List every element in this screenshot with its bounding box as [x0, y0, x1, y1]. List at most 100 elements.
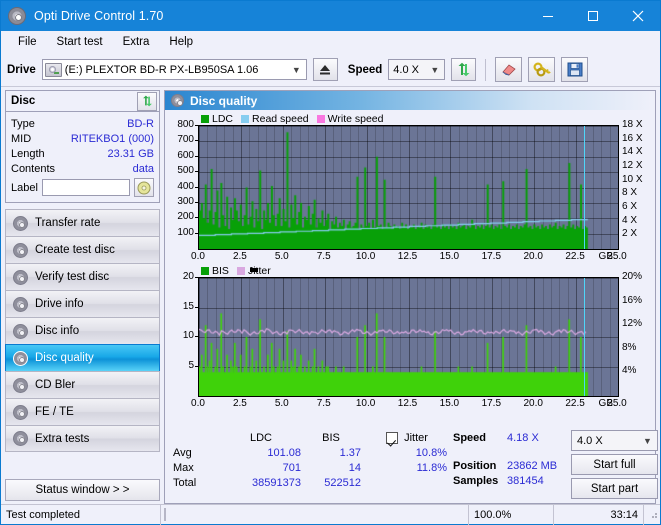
sidebar-item-verify-test-disc[interactable]: Verify test disc — [5, 263, 160, 290]
disc-info-title: Disc — [11, 95, 36, 107]
ldc-chart-legend: LDC Read speed Write speed — [165, 112, 655, 125]
menu-extra[interactable]: Extra — [114, 34, 159, 50]
resize-grip-icon[interactable] — [644, 509, 660, 521]
sidebar-item-label: Extra tests — [35, 432, 90, 445]
y-axis-tick-left: 15 — [182, 300, 194, 312]
window-title: Opti Drive Control 1.70 — [34, 9, 164, 23]
x-axis-tick: 10.0 — [355, 398, 376, 409]
x-axis-tick: 2.5 — [232, 251, 247, 262]
legend-swatch-bis — [201, 266, 209, 275]
disc-row-length: Length 23.31 GB — [11, 146, 154, 161]
run-samples-label: Samples — [453, 474, 499, 487]
disc-row-contents-value: data — [132, 162, 154, 175]
disc-label-input[interactable] — [41, 179, 130, 196]
x-axis-tick: 15.0 — [439, 398, 460, 409]
sidebar-item-label: Create test disc — [35, 244, 115, 256]
keys-button[interactable] — [528, 57, 556, 82]
menu-file[interactable]: File — [9, 34, 46, 50]
x-axis-tick: 7.5 — [316, 398, 331, 409]
drive-select[interactable]: (E:) PLEXTOR BD-R PX-LB950SA 1.06 ▼ — [41, 59, 307, 80]
y-axis-tick-right: 16% — [622, 294, 643, 306]
sidebar-item-create-test-disc[interactable]: Create test disc — [5, 236, 160, 263]
sidebar-item-cd-bler[interactable]: CD Bler — [5, 371, 160, 398]
row-label-total: Total — [173, 476, 197, 489]
cell-avg-ldc: 101.08 — [267, 446, 301, 459]
eject-button[interactable] — [312, 58, 338, 81]
x-axis-tick: 22.5 — [565, 251, 585, 262]
menu-start-test[interactable]: Start test — [48, 34, 112, 50]
bis-plot-area[interactable] — [198, 277, 619, 397]
x-axis-tick: 20.0 — [523, 398, 543, 409]
status-window-button[interactable]: Status window > > — [5, 479, 160, 501]
y-axis-tick-right: 6 X — [622, 201, 638, 212]
sidebar-item-transfer-rate[interactable]: Transfer rate — [5, 209, 160, 236]
cd-disc-icon[interactable] — [133, 178, 154, 197]
disc-icon — [13, 350, 28, 366]
sidebar-item-label: Verify test disc — [35, 271, 110, 283]
bis-y-axis-right: 4% 8% 12% 16% 20% — [619, 272, 655, 397]
bis-x-axis: 0.0 2.5 5.0 7.5 10.0 12.5 15.0 17.5 20.0 22.5 25.0… — [191, 397, 627, 411]
maximize-icon[interactable] — [570, 1, 615, 31]
legend-label-write-speed: Write speed — [327, 112, 384, 125]
chart-cursor-line — [584, 278, 586, 396]
sidebar-item-drive-info[interactable]: Drive info — [5, 290, 160, 317]
disc-label-key: Label — [11, 181, 38, 194]
disc-row-contents-key: Contents — [11, 162, 56, 175]
save-button[interactable] — [561, 57, 589, 82]
start-full-button[interactable]: Start full — [571, 454, 658, 475]
sidebar-item-disc-info[interactable]: Disc info — [5, 317, 160, 344]
legend-swatch-jitter — [236, 266, 245, 275]
chevron-down-icon: ▼ — [291, 64, 301, 75]
scroll-marker-icon[interactable] — [250, 268, 258, 272]
chart-cursor-line — [584, 126, 586, 249]
run-info-position: Position 23862 MB — [453, 458, 571, 473]
cell-avg-bis: 1.37 — [339, 446, 361, 459]
menu-help[interactable]: Help — [160, 34, 202, 50]
x-axis-tick: 7.5 — [316, 251, 331, 262]
x-axis-tick: 10.0 — [355, 251, 376, 262]
x-axis-tick: 17.5 — [481, 398, 502, 409]
jitter-checkbox[interactable] — [386, 431, 399, 444]
legend-label-read-speed: Read speed — [252, 112, 309, 125]
y-axis-tick-right: 4 X — [622, 214, 638, 226]
x-axis-tick: 15.0 — [439, 251, 460, 262]
ldc-plot-area[interactable] — [198, 125, 619, 250]
start-part-button[interactable]: Start part — [571, 478, 658, 499]
test-speed-select[interactable]: 4.0 X ▼ — [571, 430, 658, 451]
column-header-jitter: Jitter — [361, 431, 453, 444]
status-message: Test completed — [1, 504, 161, 525]
progress-percent: 100.0% — [469, 504, 554, 525]
disc-icon — [13, 242, 28, 258]
close-icon[interactable] — [615, 1, 660, 31]
disc-icon — [13, 215, 28, 231]
progress-bar — [164, 508, 166, 521]
y-axis-tick-right: 12% — [622, 318, 643, 330]
minimize-icon[interactable] — [525, 1, 570, 31]
cell-max-bis: 14 — [348, 461, 361, 474]
row-label-avg: Avg — [173, 446, 192, 459]
chevron-down-icon: ▼ — [430, 64, 440, 75]
legend-write-speed: Write speed — [316, 112, 384, 125]
legend-swatch-ldc — [201, 114, 209, 123]
sidebar-item-fe-te[interactable]: FE / TE — [5, 398, 160, 425]
sidebar-item-disc-quality[interactable]: Disc quality — [5, 344, 160, 371]
disc-quality-panel: Disc quality LDC Read speed Write speed … — [164, 90, 658, 504]
eraser-button[interactable] — [495, 57, 523, 82]
disc-refresh-button[interactable] — [137, 91, 157, 111]
legend-swatch-read-speed — [241, 114, 250, 123]
y-axis-tick-left: 700 — [177, 134, 194, 146]
x-axis-tick: 0.0 — [191, 251, 205, 262]
sidebar-item-extra-tests[interactable]: Extra tests — [5, 425, 160, 452]
refresh-button[interactable] — [451, 58, 477, 81]
table-row: Max 701 14 11.8% — [173, 460, 453, 475]
ldc-y-axis-left: 100 200 300 400 500 600 700 800 — [165, 120, 198, 250]
y-axis-tick-right: 4% — [622, 365, 637, 377]
cell-avg-jitter: 10.8% — [415, 446, 447, 459]
speed-select[interactable]: 4.0 X ▼ — [388, 59, 446, 80]
legend-bis: BIS — [201, 265, 229, 277]
bis-chart: BIS Jitter 5 10 15 20 4% 8% 12% 16% 20% 0.0 2.5 — [165, 264, 655, 411]
y-axis-tick-right: 16 X — [622, 132, 643, 144]
run-speed-value: 4.18 X — [507, 431, 539, 444]
disc-label-row: Label — [11, 178, 154, 197]
disc-info-rows: Type BD-R MID RITEKBO1 (000) Length 23.3… — [6, 112, 159, 202]
